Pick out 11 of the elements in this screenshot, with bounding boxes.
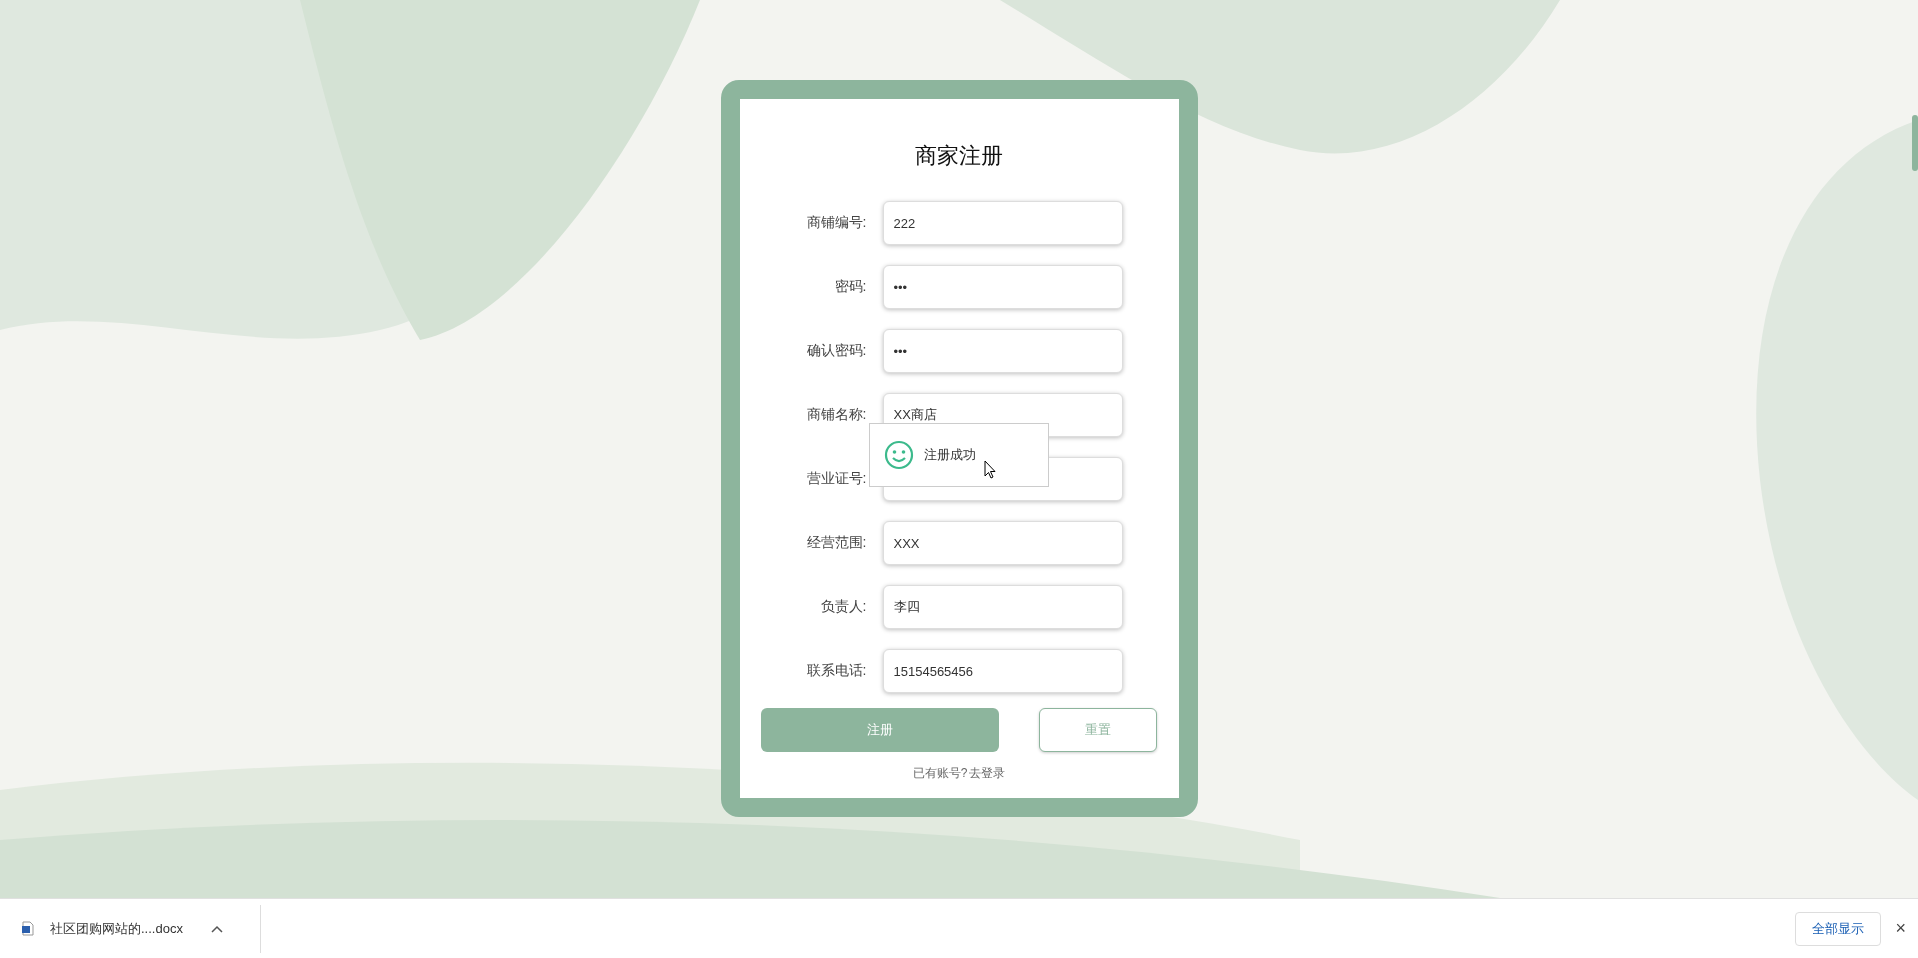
field-label: 负责人: bbox=[819, 598, 867, 616]
login-prompt: 已有账号? bbox=[912, 765, 968, 782]
field-label: 商铺名称: bbox=[805, 406, 867, 424]
form-title: 商家注册 bbox=[915, 143, 1003, 169]
field-label: 密码: bbox=[833, 278, 867, 296]
field-label: 联系电话: bbox=[805, 662, 867, 680]
field-label: 经营范围: bbox=[805, 534, 867, 552]
field-label: 确认密码: bbox=[805, 342, 867, 360]
toast-message: 注册成功 bbox=[923, 446, 976, 464]
field-label: 商铺编号: bbox=[805, 214, 867, 232]
field-label: 营业证号: bbox=[805, 470, 867, 488]
